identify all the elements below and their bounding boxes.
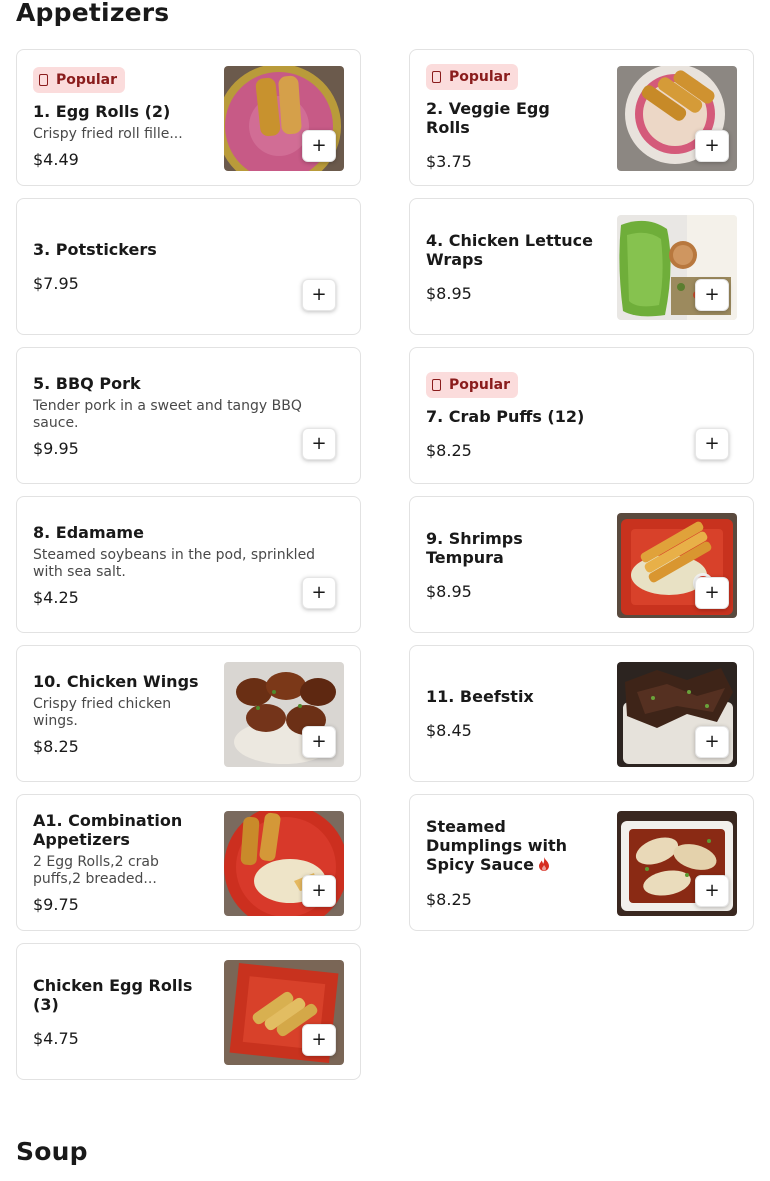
add-to-cart-button[interactable]: + bbox=[302, 130, 336, 162]
popular-badge-label: Popular bbox=[449, 69, 511, 85]
popular-badge-label: Popular bbox=[56, 71, 118, 88]
add-to-cart-button[interactable]: + bbox=[695, 726, 729, 758]
item-name: 7. Crab Puffs (12) bbox=[426, 406, 585, 426]
add-to-cart-button[interactable]: + bbox=[302, 577, 336, 609]
item-price: $3.75 bbox=[426, 152, 472, 171]
item-name: Steamed Dumplings with Spicy Sauce bbox=[426, 817, 596, 875]
item-name: Chicken Egg Rolls (3) bbox=[33, 975, 193, 1014]
item-name: 1. Egg Rolls (2) bbox=[33, 101, 171, 121]
menu-item-card[interactable]: 4. Chicken Lettuce Wraps $8.95 + bbox=[409, 198, 754, 335]
trending-icon bbox=[39, 73, 48, 86]
item-price: $9.75 bbox=[33, 895, 79, 914]
menu-item-card[interactable]: 8. Edamame Steamed soybeans in the pod, … bbox=[16, 496, 361, 633]
trending-icon bbox=[432, 378, 441, 391]
item-name: 9. Shrimps Tempura bbox=[426, 528, 523, 567]
popular-badge: Popular bbox=[426, 64, 519, 90]
section-title-appetizers: Appetizers bbox=[16, 0, 170, 27]
item-description: Crispy fried chicken wings. bbox=[33, 695, 172, 729]
item-price: $8.25 bbox=[426, 440, 472, 460]
item-name: 5. BBQ Pork bbox=[33, 373, 141, 393]
item-name: 10. Chicken Wings bbox=[33, 671, 199, 691]
menu-item-card[interactable]: A1. Combination Appetizers 2 Egg Rolls,2… bbox=[16, 794, 361, 931]
item-price: $4.49 bbox=[33, 149, 79, 169]
item-name: A1. Combination Appetizers bbox=[33, 811, 183, 849]
add-to-cart-button[interactable]: + bbox=[695, 130, 729, 162]
item-name: 3. Potstickers bbox=[33, 240, 157, 259]
add-to-cart-button[interactable]: + bbox=[302, 875, 336, 907]
section-title-soup: Soup bbox=[16, 1137, 88, 1166]
item-description: 2 Egg Rolls,2 crab puffs,2 breaded... bbox=[33, 854, 159, 887]
menu-item-card[interactable]: 3. Potstickers $7.95 + bbox=[16, 198, 361, 335]
item-name: 11. Beefstix bbox=[426, 687, 534, 706]
popular-badge: Popular bbox=[426, 371, 519, 398]
item-name: 8. Edamame bbox=[33, 522, 144, 542]
item-price: $7.95 bbox=[33, 274, 79, 293]
menu-item-card[interactable]: Steamed Dumplings with Spicy Sauce $8.25… bbox=[409, 794, 754, 931]
add-to-cart-button[interactable]: + bbox=[302, 428, 336, 460]
menu-item-card[interactable]: Popular 2. Veggie Egg Rolls $3.75 + bbox=[409, 49, 754, 186]
menu-item-card[interactable]: 10. Chicken Wings Crispy fried chicken w… bbox=[16, 645, 361, 782]
add-to-cart-button[interactable]: + bbox=[695, 428, 729, 460]
spicy-fire-icon bbox=[538, 856, 550, 875]
trending-icon bbox=[432, 71, 441, 83]
add-to-cart-button[interactable]: + bbox=[302, 726, 336, 758]
item-price: $8.45 bbox=[426, 721, 472, 740]
menu-item-card[interactable]: 11. Beefstix $8.45 + bbox=[409, 645, 754, 782]
add-to-cart-button[interactable]: + bbox=[302, 1024, 336, 1056]
item-description: Crispy fried roll fille... bbox=[33, 125, 183, 142]
add-to-cart-button[interactable]: + bbox=[695, 577, 729, 609]
popular-badge: Popular bbox=[33, 66, 126, 93]
item-price: $4.25 bbox=[33, 587, 79, 607]
item-name: 4. Chicken Lettuce Wraps bbox=[426, 230, 593, 269]
item-price: $8.25 bbox=[426, 889, 472, 909]
menu-item-card[interactable]: 5. BBQ Pork Tender pork in a sweet and t… bbox=[16, 347, 361, 484]
item-price: $8.25 bbox=[33, 736, 79, 756]
add-to-cart-button[interactable]: + bbox=[695, 279, 729, 311]
item-description: Tender pork in a sweet and tangy BBQ sau… bbox=[33, 397, 302, 431]
add-to-cart-button[interactable]: + bbox=[695, 875, 729, 907]
item-price: $8.95 bbox=[426, 283, 472, 303]
menu-item-card[interactable]: Popular 1. Egg Rolls (2) Crispy fried ro… bbox=[16, 49, 361, 186]
item-name: 2. Veggie Egg Rolls bbox=[426, 99, 550, 137]
popular-badge-label: Popular bbox=[449, 376, 511, 393]
menu-item-card[interactable]: 9. Shrimps Tempura $8.95 + bbox=[409, 496, 754, 633]
add-to-cart-button[interactable]: + bbox=[302, 279, 336, 311]
item-price: $4.75 bbox=[33, 1028, 79, 1048]
item-description: Steamed soybeans in the pod, sprinkled w… bbox=[33, 546, 316, 580]
item-price: $9.95 bbox=[33, 438, 79, 458]
menu-item-card[interactable]: Popular 7. Crab Puffs (12) $8.25 + bbox=[409, 347, 754, 484]
menu-item-card[interactable]: Chicken Egg Rolls (3) $4.75 + bbox=[16, 943, 361, 1080]
item-price: $8.95 bbox=[426, 581, 472, 601]
